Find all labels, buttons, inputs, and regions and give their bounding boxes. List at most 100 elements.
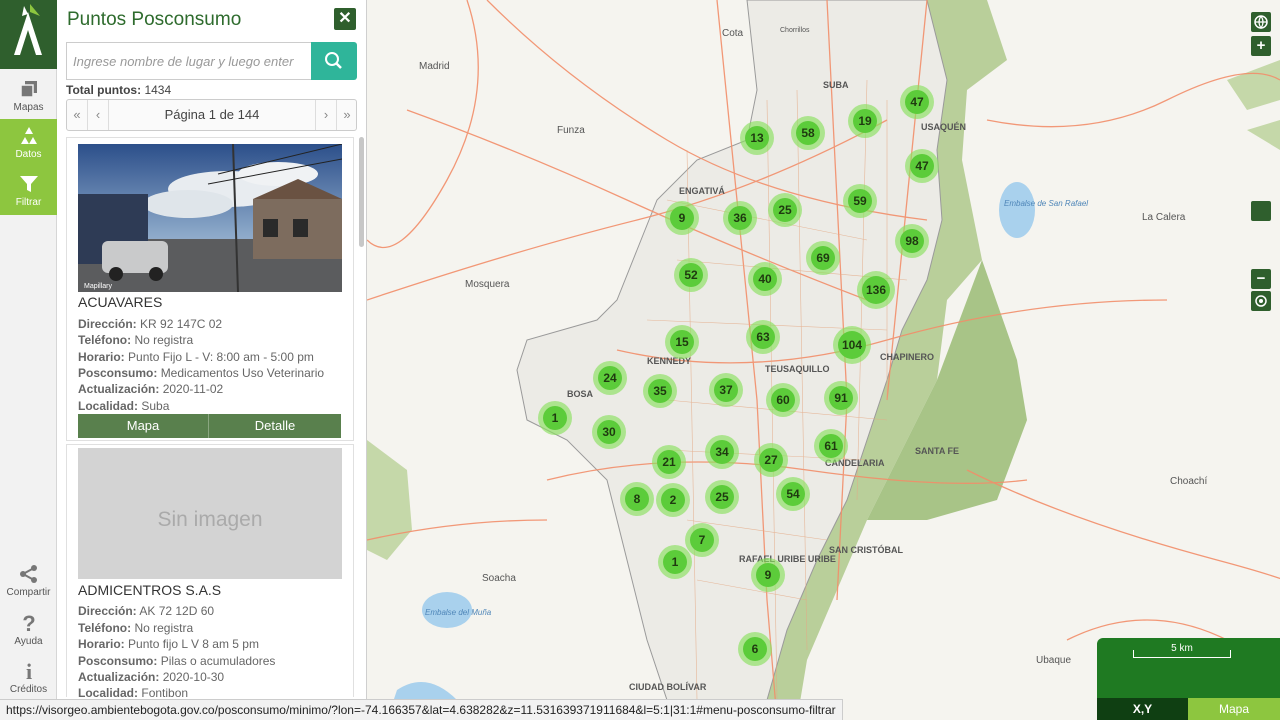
place-label: RAFAEL URIBE URIBE [739,554,836,564]
cluster-marker[interactable]: 6 [738,632,772,666]
place-label: BOSA [567,389,594,399]
cluster-count: 25 [778,203,792,217]
prev-page-button[interactable]: ‹ [88,100,109,130]
cluster-count: 7 [699,533,706,547]
cluster-marker[interactable]: 15 [665,325,699,359]
rail-compartir[interactable]: Compartir [0,557,57,605]
cluster-marker[interactable]: 35 [643,374,677,408]
cluster-marker[interactable]: 9 [751,558,785,592]
cluster-marker[interactable]: 9 [665,201,699,235]
cluster-marker[interactable]: 13 [740,121,774,155]
tab-mapa[interactable]: Mapa [1188,698,1280,720]
place-label: Mosquera [465,279,510,290]
place-label: Embalse del Muña [425,608,492,617]
cluster-marker[interactable]: 91 [824,381,858,415]
rail-datos[interactable]: Datos [0,119,57,167]
cluster-marker[interactable]: 52 [674,258,708,292]
info-icon: i [25,660,31,682]
cluster-marker[interactable]: 47 [905,149,939,183]
close-button[interactable]: ✕ [334,8,356,30]
cluster-marker[interactable]: 104 [833,326,871,364]
cluster-marker[interactable]: 8 [620,482,654,516]
cluster-count: 24 [603,371,617,385]
cluster-marker[interactable]: 25 [705,480,739,514]
zoom-out-button[interactable]: − [1251,269,1271,289]
cluster-count: 9 [765,568,772,582]
pager: « ‹ Página 1 de 144 › » [66,99,357,131]
scale-bar [1133,650,1231,658]
point-phone: No registra [134,333,194,347]
map-view[interactable]: Cota Chorrillos Madrid Funza Mosquera So… [367,0,1280,720]
layers-icon [19,81,37,98]
cluster-count: 1 [552,411,559,425]
app-logo[interactable] [0,0,57,69]
cluster-marker[interactable]: 7 [685,523,719,557]
cluster-marker[interactable]: 19 [848,104,882,138]
cluster-marker[interactable]: 1 [538,401,572,435]
panel-scrollbar[interactable] [359,137,364,247]
cluster-marker[interactable]: 98 [895,224,929,258]
locate-button[interactable] [1251,291,1271,311]
search-button[interactable] [311,42,357,80]
rail-creditos[interactable]: i Créditos [0,654,57,702]
place-label: La Calera [1142,212,1186,223]
cluster-marker[interactable]: 136 [857,271,895,309]
cluster-marker[interactable]: 69 [806,241,840,275]
place-label: CIUDAD BOLÍVAR [629,682,707,692]
total-points: Total puntos: 1434 [66,83,172,97]
tab-xy[interactable]: X,Y [1097,698,1188,720]
cluster-marker[interactable]: 36 [723,201,757,235]
cluster-marker[interactable]: 40 [748,262,782,296]
cluster-marker[interactable]: 59 [843,184,877,218]
cluster-marker[interactable]: 21 [652,445,686,479]
cluster-marker[interactable]: 2 [656,483,690,517]
map-button[interactable]: Mapa [78,414,209,438]
svg-text:i: i [25,660,31,682]
cluster-marker[interactable]: 34 [705,435,739,469]
cluster-marker[interactable]: 27 [754,443,788,477]
rail-ayuda[interactable]: ? Ayuda [0,606,57,654]
cluster-marker[interactable]: 63 [746,320,780,354]
svg-text:?: ? [22,612,35,634]
detail-button[interactable]: Detalle [209,414,341,438]
cluster-marker[interactable]: 47 [900,85,934,119]
place-label: Soacha [482,573,516,584]
cluster-marker[interactable]: 60 [766,383,800,417]
search-input[interactable] [66,42,311,80]
cluster-count: 136 [866,283,886,297]
place-label: CHAPINERO [880,352,934,362]
cluster-marker[interactable]: 54 [776,477,810,511]
cluster-count: 69 [816,251,830,265]
point-updated: 2020-11-02 [162,382,224,396]
points-list: Mapillary ACUAVARES Dirección: KR 92 147… [66,137,354,697]
rail-mapas[interactable]: Mapas [0,72,57,120]
cluster-count: 35 [653,384,667,398]
no-image-placeholder: Sin imagen [78,448,342,579]
last-page-button[interactable]: » [336,100,357,130]
zoom-in-button[interactable]: + [1251,36,1271,56]
rail-filtrar[interactable]: Filtrar [0,167,57,215]
cluster-count: 60 [776,393,790,407]
next-page-button[interactable]: › [315,100,336,130]
point-locality: Suba [141,399,170,413]
basemap-globe-button[interactable] [1251,12,1271,32]
target-icon [1255,295,1267,307]
cluster-count: 13 [750,131,764,145]
first-page-button[interactable]: « [67,100,88,130]
cluster-count: 61 [824,439,838,453]
filter-icon [19,176,38,192]
cluster-marker[interactable]: 1 [658,545,692,579]
cluster-marker[interactable]: 58 [791,116,825,150]
cluster-marker[interactable]: 30 [592,415,626,449]
cluster-count: 19 [858,114,872,128]
point-photo[interactable]: Mapillary [78,144,342,292]
cluster-marker[interactable]: 25 [768,193,802,227]
layer-toggle-button[interactable] [1251,201,1271,221]
cluster-count: 47 [910,95,924,109]
cluster-count: 1 [672,555,679,569]
place-label: Cota [722,28,744,39]
cluster-marker[interactable]: 24 [593,361,627,395]
share-icon [19,565,37,583]
cluster-marker[interactable]: 61 [814,429,848,463]
cluster-marker[interactable]: 37 [709,373,743,407]
